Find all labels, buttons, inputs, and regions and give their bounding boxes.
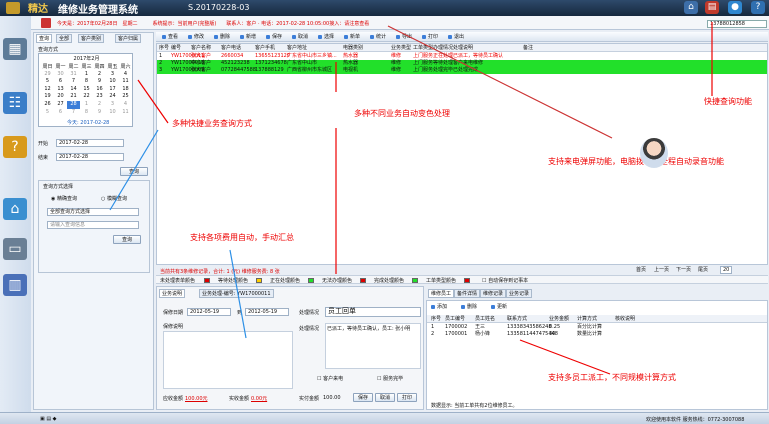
annotation-fee-sum: 支持各项费用自动，手动汇总 bbox=[190, 233, 294, 242]
arrow-fee bbox=[229, 249, 247, 339]
arrow-quick-query bbox=[137, 79, 169, 124]
arrow-callin bbox=[387, 25, 613, 139]
annotation-arrows bbox=[109, 22, 713, 375]
arrow-staff bbox=[519, 339, 611, 375]
status-bar-left: ▣ ▤ ◆ bbox=[40, 416, 57, 422]
customer-service-icon bbox=[640, 138, 668, 168]
annotation-call-popup: 支持来电弹屏功能，电脑拨号，全程自动录音功能 bbox=[548, 157, 724, 166]
status-bar-right: 欢迎使用本软件 服务热线：0772-3007088 bbox=[646, 417, 745, 423]
annotation-quick-query: 多种快捷业务查询方式 bbox=[172, 119, 252, 128]
status-bar: ▣ ▤ ◆ 欢迎使用本软件 服务热线：0772-3007088 bbox=[0, 412, 769, 424]
annotation-quick-search: 快捷查询功能 bbox=[704, 97, 752, 106]
annotation-auto-color: 多种不同业务自动变色处理 bbox=[354, 109, 450, 118]
annotation-multi-staff: 支持多员工派工，不同规模计算方式 bbox=[548, 373, 676, 382]
arrow-query-blue bbox=[109, 129, 159, 211]
